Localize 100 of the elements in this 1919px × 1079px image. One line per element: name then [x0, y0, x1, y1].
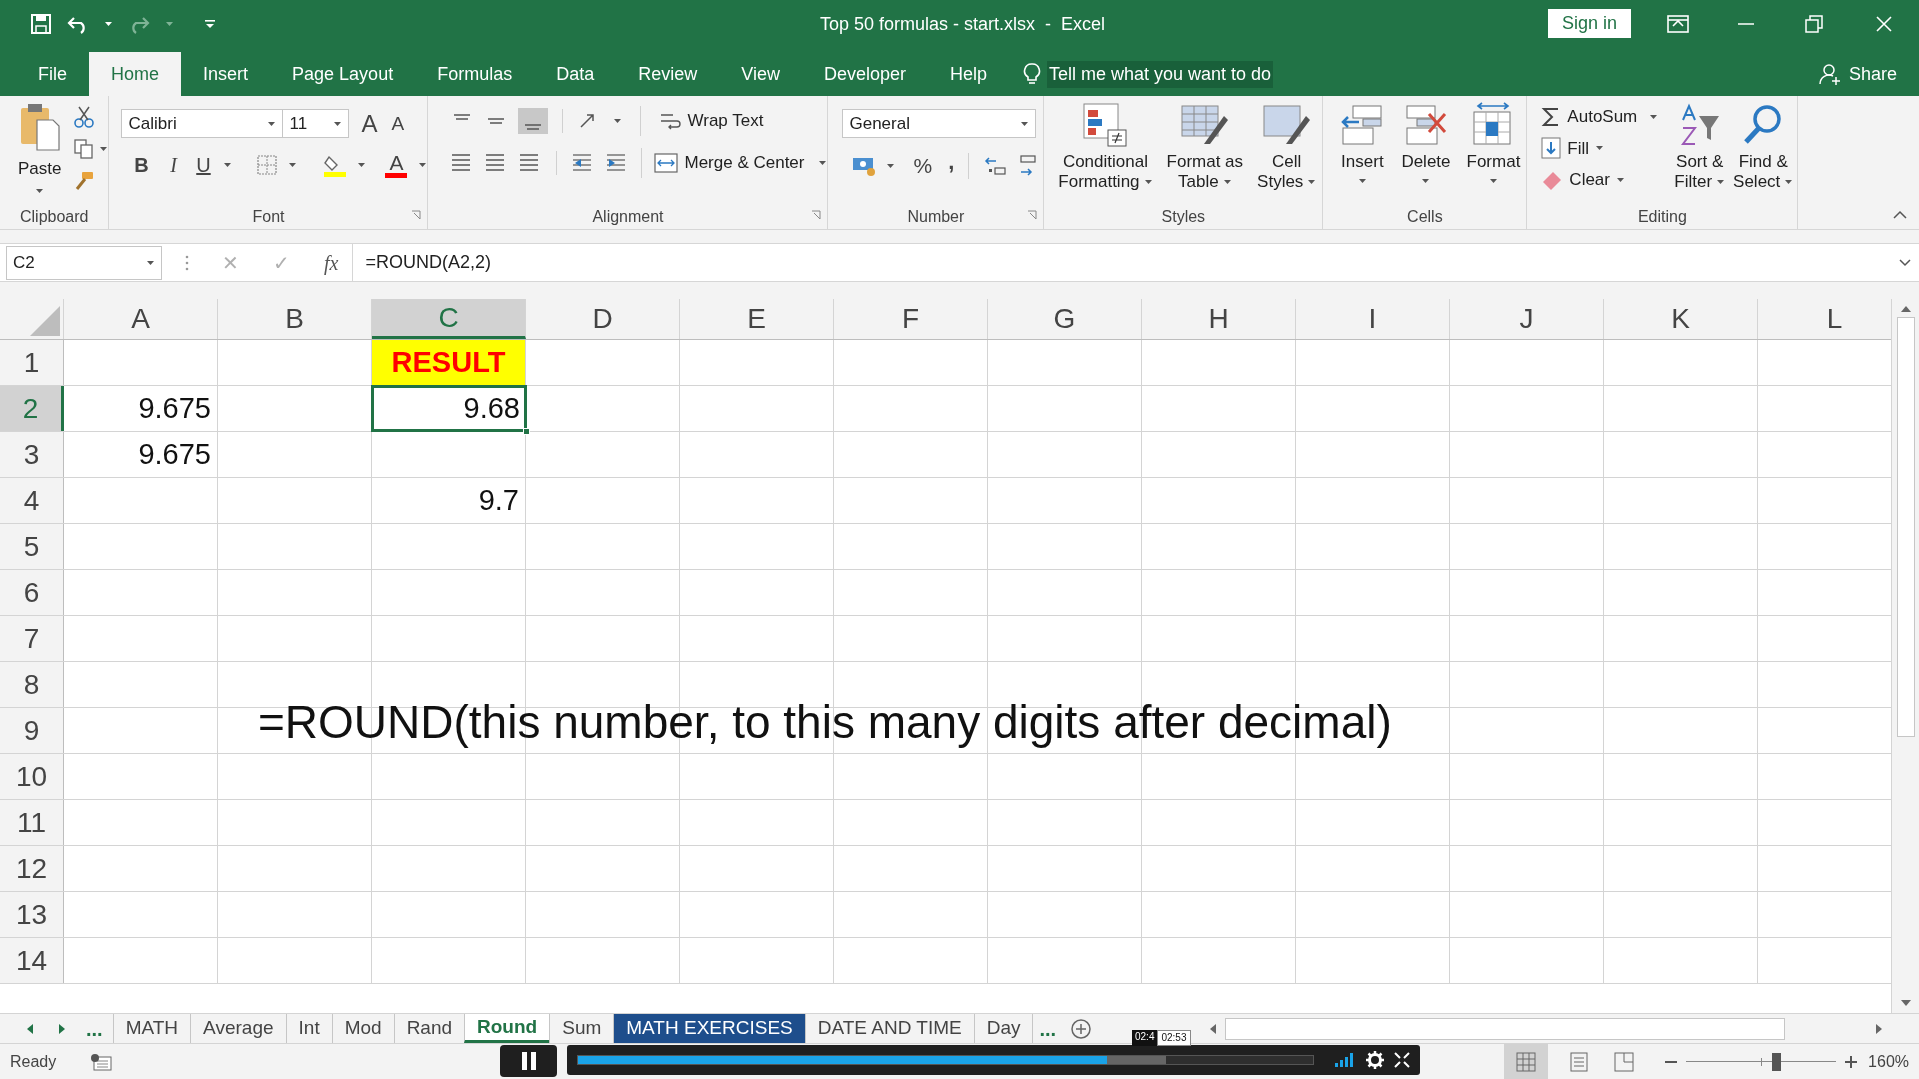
- table-cell[interactable]: RESULT: [372, 340, 526, 385]
- italic-button[interactable]: I: [163, 150, 184, 180]
- ribbon-tab[interactable]: Developer: [801, 52, 928, 96]
- column-header[interactable]: A: [64, 299, 218, 339]
- row-header[interactable]: 14: [0, 938, 64, 983]
- autosum-button[interactable]: AutoSum: [1541, 104, 1659, 130]
- drag-handle-icon[interactable]: [184, 253, 190, 272]
- copy-icon[interactable]: [73, 138, 96, 160]
- fill-button[interactable]: Fill: [1541, 135, 1659, 161]
- scroll-right-icon[interactable]: [58, 1022, 66, 1035]
- cut-icon[interactable]: [73, 106, 96, 128]
- column-header[interactable]: I: [1296, 299, 1450, 339]
- merge-center-button[interactable]: Merge & Center: [654, 150, 828, 176]
- caret-icon[interactable]: [357, 162, 367, 168]
- font-color-button[interactable]: A: [384, 152, 409, 178]
- ribbon-tab[interactable]: Review: [616, 52, 720, 96]
- sheet-tab[interactable]: MATH EXERCISES: [613, 1014, 805, 1043]
- zoom-slider[interactable]: [1686, 1051, 1837, 1072]
- ribbon-tab[interactable]: Home: [89, 52, 182, 96]
- ribbon-display-icon[interactable]: [1667, 14, 1689, 33]
- row-header[interactable]: 11: [0, 800, 64, 845]
- scroll-left-icon[interactable]: [26, 1022, 34, 1035]
- dialog-launcher-icon[interactable]: [411, 210, 422, 220]
- scroll-down-icon[interactable]: [1899, 999, 1912, 1007]
- caret-icon[interactable]: [223, 162, 233, 168]
- paste-button[interactable]: Paste: [18, 102, 62, 194]
- row-header[interactable]: 2: [0, 386, 64, 431]
- row-header[interactable]: 7: [0, 616, 64, 661]
- table-cell[interactable]: 9.7: [372, 478, 526, 523]
- caret-icon[interactable]: [886, 162, 896, 169]
- caret-icon[interactable]: [613, 118, 623, 124]
- zoom-in-icon[interactable]: [1844, 1054, 1859, 1069]
- format-painter-icon[interactable]: [73, 170, 96, 192]
- column-header[interactable]: G: [988, 299, 1142, 339]
- decrease-font-button[interactable]: A: [391, 114, 405, 133]
- pause-button[interactable]: [500, 1045, 557, 1077]
- column-header[interactable]: J: [1450, 299, 1604, 339]
- ribbon-tab[interactable]: Help: [928, 52, 1009, 96]
- caret-icon[interactable]: [418, 162, 428, 168]
- collapse-ribbon-icon[interactable]: [1893, 210, 1907, 219]
- row-header[interactable]: 12: [0, 846, 64, 891]
- comma-button[interactable]: ,: [948, 150, 955, 181]
- scroll-right-icon[interactable]: [1875, 1022, 1883, 1035]
- insert-button[interactable]: Insert: [1333, 96, 1392, 204]
- increase-font-button[interactable]: A: [361, 111, 378, 136]
- scroll-up-icon[interactable]: [1899, 305, 1912, 313]
- percent-button[interactable]: %: [913, 150, 933, 182]
- vertical-scrollbar[interactable]: [1891, 299, 1919, 1013]
- clear-button[interactable]: Clear: [1541, 167, 1659, 193]
- row-header[interactable]: 1: [0, 340, 64, 385]
- column-header[interactable]: C: [372, 299, 526, 339]
- row-header[interactable]: 4: [0, 478, 64, 523]
- sheet-tab[interactable]: Round: [464, 1014, 550, 1043]
- close-icon[interactable]: [1875, 14, 1893, 33]
- normal-view-button[interactable]: [1504, 1044, 1549, 1079]
- more-sheets-button[interactable]: ...: [76, 1014, 113, 1043]
- search-field[interactable]: Tell me what you want to do: [1047, 60, 1274, 88]
- column-header[interactable]: H: [1142, 299, 1296, 339]
- caret-icon[interactable]: [288, 162, 298, 168]
- caret-icon[interactable]: [104, 20, 113, 27]
- row-header[interactable]: 10: [0, 754, 64, 799]
- restore-icon[interactable]: [1805, 14, 1823, 33]
- insert-function-button[interactable]: fx: [324, 247, 339, 278]
- ribbon-tab[interactable]: View: [719, 52, 802, 96]
- add-sheet-icon[interactable]: [1070, 1017, 1093, 1040]
- caret-icon[interactable]: [99, 146, 109, 152]
- ribbon-tab[interactable]: File: [16, 52, 89, 96]
- sign-in-button[interactable]: Sign in: [1547, 9, 1631, 38]
- zoom-level[interactable]: 160%: [1868, 1049, 1909, 1074]
- volume-icon[interactable]: [1334, 1052, 1356, 1068]
- column-header[interactable]: D: [526, 299, 680, 339]
- share-button[interactable]: Share: [1848, 60, 1897, 88]
- ribbon-tab[interactable]: Page Layout: [270, 52, 416, 96]
- settings-icon[interactable]: [1366, 1051, 1384, 1069]
- wrap-text-button[interactable]: Wrap Text: [659, 108, 764, 134]
- column-header[interactable]: E: [680, 299, 834, 339]
- fullscreen-icon[interactable]: [1394, 1052, 1410, 1068]
- row-header[interactable]: 8: [0, 662, 64, 707]
- row-header[interactable]: 9: [0, 708, 64, 753]
- ribbon-tab[interactable]: Insert: [181, 52, 271, 96]
- fill-color-icon[interactable]: [323, 153, 348, 177]
- number-format-field[interactable]: General: [842, 109, 1037, 138]
- table-cell[interactable]: 9.675: [64, 386, 218, 431]
- delete-button[interactable]: Delete: [1395, 96, 1457, 204]
- macro-record-icon[interactable]: [90, 1052, 113, 1071]
- sort-filter-button[interactable]: Sort & Filter: [1670, 96, 1730, 204]
- font-name-field[interactable]: Calibri: [121, 109, 284, 138]
- row-header[interactable]: 5: [0, 524, 64, 569]
- format-as-table-button[interactable]: Format as Table: [1160, 96, 1250, 204]
- font-size-field[interactable]: 11: [283, 109, 350, 138]
- table-cell[interactable]: 9.675: [64, 432, 218, 477]
- expand-icon[interactable]: [1899, 258, 1911, 267]
- dialog-launcher-icon[interactable]: [1027, 210, 1038, 220]
- cell-styles-button[interactable]: Cell Styles: [1251, 96, 1323, 204]
- row-header[interactable]: 6: [0, 570, 64, 615]
- video-progress-bar[interactable]: [577, 1055, 1314, 1065]
- dialog-launcher-icon[interactable]: [811, 210, 822, 220]
- row-header[interactable]: 13: [0, 892, 64, 937]
- bold-button[interactable]: B: [129, 150, 154, 180]
- name-box[interactable]: C2: [6, 245, 162, 280]
